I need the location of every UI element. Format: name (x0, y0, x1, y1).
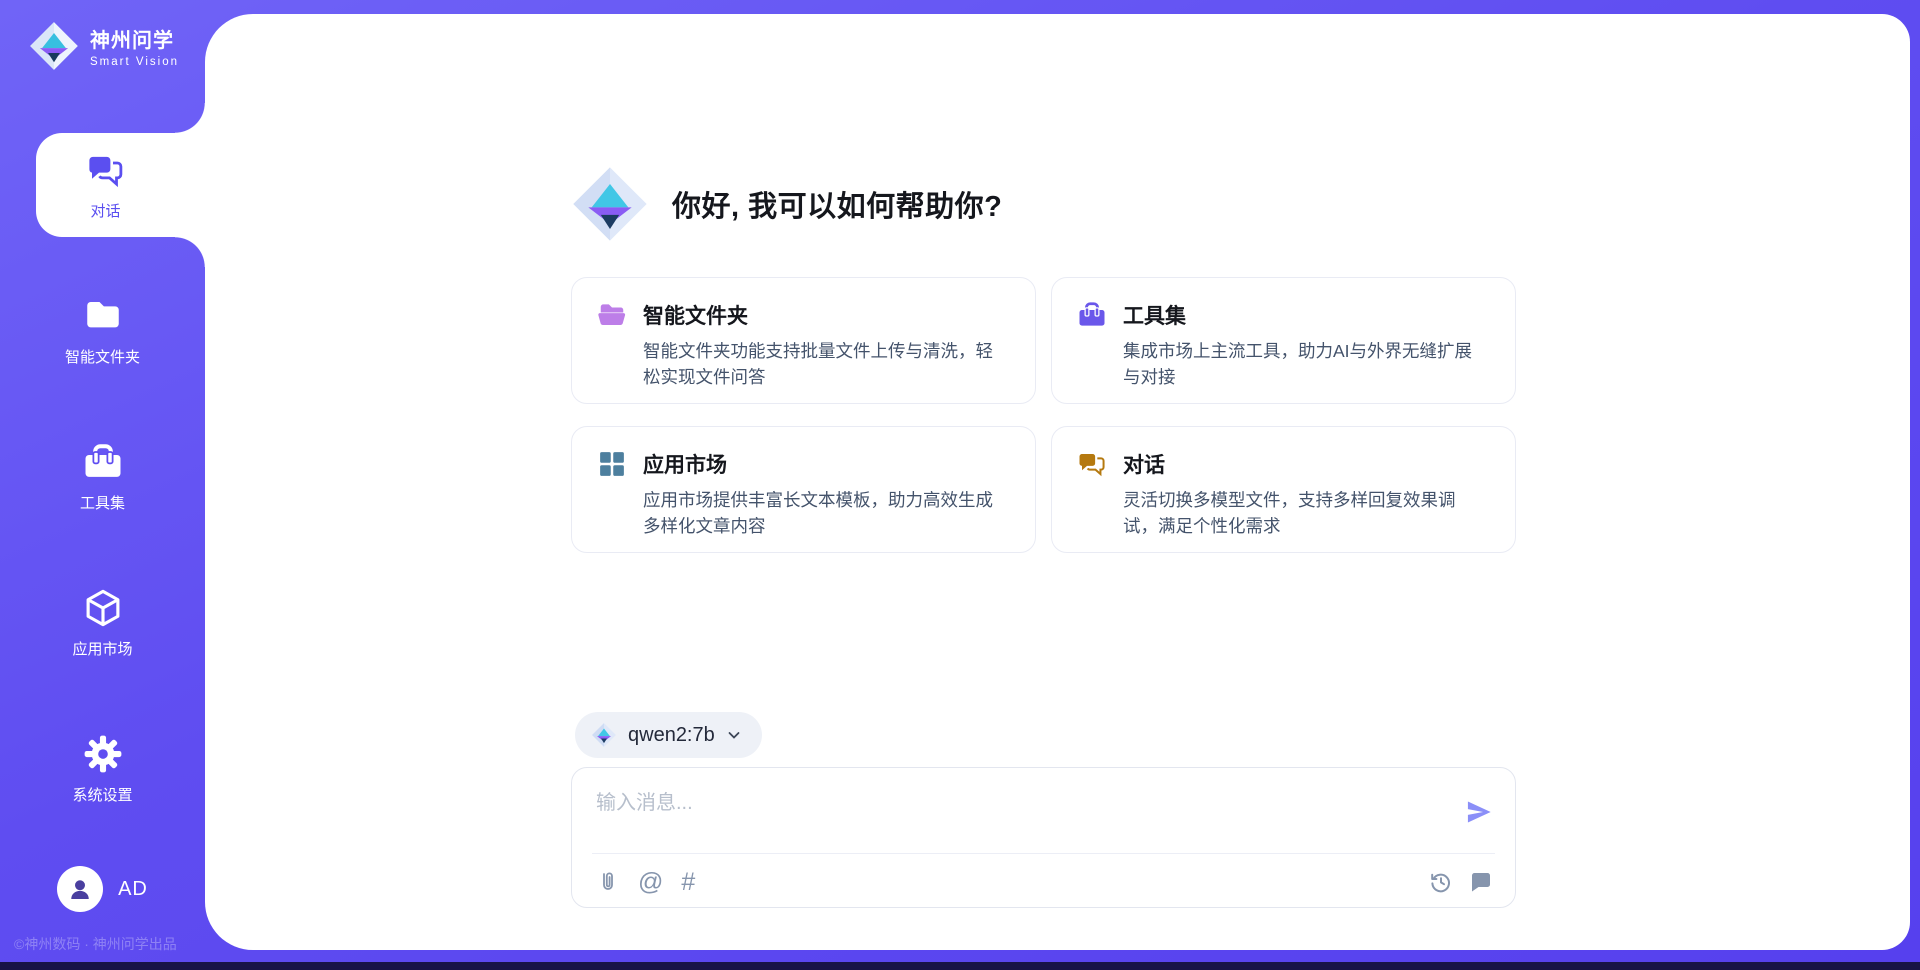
card-description: 集成市场上主流工具，助力AI与外界无缝扩展与对接 (1123, 338, 1489, 391)
user-initials: AD (118, 878, 148, 901)
card-smart-folder[interactable]: 智能文件夹 智能文件夹功能支持批量文件上传与清洗，轻松实现文件问答 (571, 277, 1036, 404)
sidebar-item-smart-folder[interactable]: 智能文件夹 (0, 279, 205, 383)
cube-icon (82, 587, 124, 629)
chat-icon (85, 149, 127, 191)
message-composer: @ # (571, 767, 1516, 908)
composer-divider (592, 853, 1495, 854)
sidebar-item-label: 系统设置 (72, 784, 132, 805)
brand-gem-icon (28, 20, 80, 72)
chat-bubbles-icon (1077, 449, 1107, 479)
sidebar-item-label: 对话 (90, 200, 120, 221)
brand-logo: 神州问学 Smart Vision (28, 20, 179, 72)
brand-gem-icon (570, 164, 650, 244)
chat-bubble-icon[interactable] (1469, 870, 1493, 894)
model-gem-icon (591, 722, 617, 748)
card-description: 应用市场提供丰富长文本模板，助力高效生成多样化文章内容 (643, 487, 1009, 540)
sidebar-item-app-market[interactable]: 应用市场 (0, 571, 205, 675)
toolbox-icon (82, 441, 124, 483)
brand-subtitle: Smart Vision (90, 56, 179, 68)
card-title: 工具集 (1123, 300, 1186, 330)
card-description: 智能文件夹功能支持批量文件上传与清洗，轻松实现文件问答 (643, 338, 1009, 391)
sidebar-item-label: 工具集 (80, 492, 125, 513)
sidebar-footer: ©神州数码 · 神州问学出品 (14, 934, 177, 954)
sidebar-nav: 对话 智能文件夹 工具集 应用市场 (0, 133, 205, 863)
avatar (57, 866, 103, 912)
mention-icon[interactable]: @ (638, 870, 663, 894)
card-title: 应用市场 (643, 449, 727, 479)
toolbox-icon (1077, 300, 1107, 330)
grid-icon (597, 449, 627, 479)
person-icon (65, 874, 95, 904)
card-title: 智能文件夹 (643, 300, 748, 330)
greeting-block: 你好, 我可以如何帮助你? (570, 164, 1002, 244)
bottom-strip (0, 962, 1920, 970)
card-description: 灵活切换多模型文件，支持多样回复效果调试，满足个性化需求 (1123, 487, 1489, 540)
sidebar-item-chat[interactable]: 对话 (36, 133, 205, 237)
card-app-market[interactable]: 应用市场 应用市场提供丰富长文本模板，助力高效生成多样化文章内容 (571, 426, 1036, 553)
main-content-panel: 你好, 我可以如何帮助你? 智能文件夹 智能文件夹功能支持批量文件上传与清洗，轻… (205, 14, 1910, 950)
card-title: 对话 (1123, 449, 1165, 479)
chevron-down-icon (726, 727, 742, 743)
sidebar-item-toolset[interactable]: 工具集 (0, 425, 205, 529)
gear-icon (82, 733, 124, 775)
card-chat[interactable]: 对话 灵活切换多模型文件，支持多样回复效果调试，满足个性化需求 (1051, 426, 1516, 553)
sidebar: 神州问学 Smart Vision 对话 智能文件夹 工具集 (0, 0, 205, 970)
folder-open-icon (597, 300, 627, 330)
greeting-title: 你好, 我可以如何帮助你? (672, 183, 1002, 225)
sidebar-item-label: 智能文件夹 (65, 346, 140, 367)
sidebar-item-label: 应用市场 (72, 638, 132, 659)
sidebar-item-settings[interactable]: 系统设置 (0, 717, 205, 821)
user-profile[interactable]: AD (0, 866, 205, 912)
history-icon[interactable] (1429, 870, 1453, 894)
message-input[interactable] (596, 786, 1445, 844)
model-selector[interactable]: qwen2:7b (575, 712, 762, 758)
feature-cards: 智能文件夹 智能文件夹功能支持批量文件上传与清洗，轻松实现文件问答 工具集 集成… (571, 277, 1516, 553)
hashtag-icon[interactable]: # (681, 870, 695, 894)
brand-name: 神州问学 (90, 24, 179, 53)
model-name: qwen2:7b (628, 724, 715, 747)
folder-icon (82, 295, 124, 337)
send-icon[interactable] (1465, 798, 1493, 826)
attachment-icon[interactable] (596, 870, 620, 894)
card-toolset[interactable]: 工具集 集成市场上主流工具，助力AI与外界无缝扩展与对接 (1051, 277, 1516, 404)
